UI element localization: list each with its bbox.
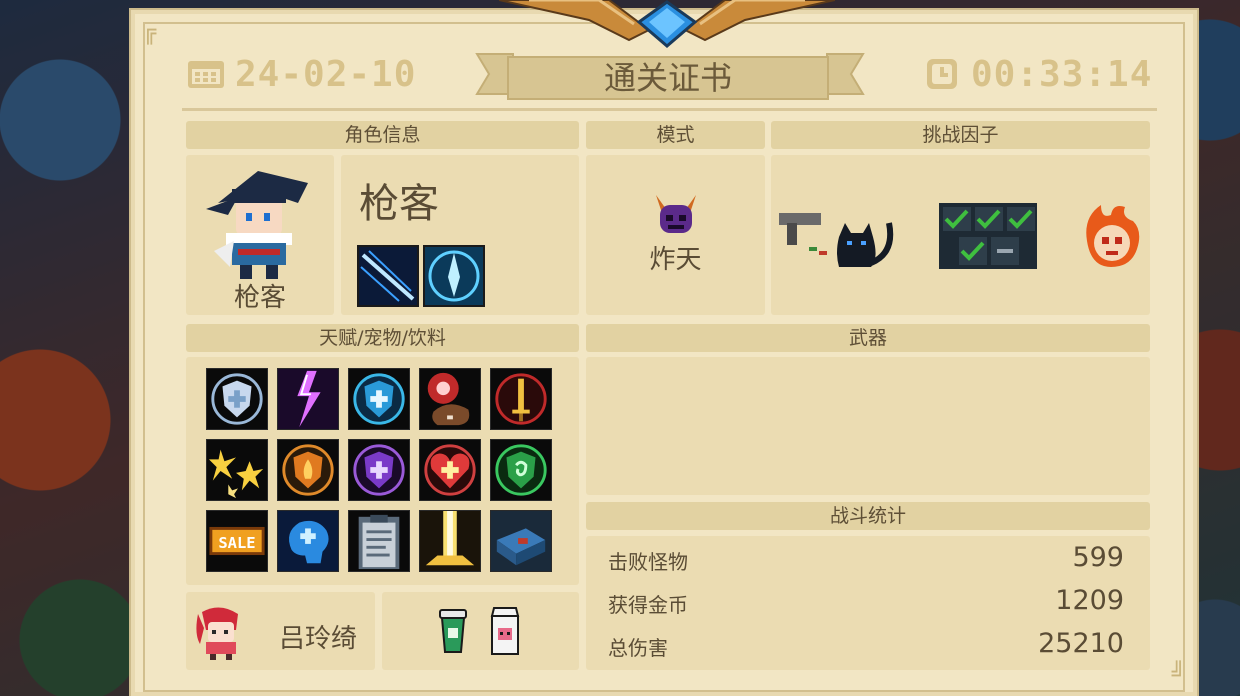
lightning-icon — [277, 368, 339, 430]
light-beam-icon — [419, 510, 481, 572]
gunner-character-portrait — [206, 171, 308, 279]
heart-plus-icon — [419, 439, 481, 501]
certificate-title: 通关证书 — [603, 59, 732, 97]
checklist-icon — [939, 203, 1037, 269]
pet-name: 吕玲绮 — [279, 624, 358, 654]
date-text: 24-02-10 — [235, 53, 417, 95]
stat-value-monsters-defeated: 599 — [1072, 542, 1124, 573]
header-divider — [182, 108, 1157, 111]
banner-right-tail — [826, 53, 865, 95]
section-header-talents: 天赋/宠物/饮料 — [186, 324, 579, 352]
character-detail-panel: 枪客 — [341, 155, 579, 315]
brain-icon — [277, 510, 339, 572]
time-display: 00:33:14 — [925, 53, 1153, 95]
mode-label: 炸天 — [649, 245, 702, 275]
section-header-battle-stats: 战斗统计 — [586, 502, 1150, 530]
gun-and-cat-icon — [779, 213, 894, 267]
sparks-icon — [206, 439, 268, 501]
milk-carton-icon — [490, 607, 520, 655]
slash-skill-icon — [357, 245, 419, 307]
clock-icon — [927, 59, 957, 89]
pet-panel: 吕玲绮 — [186, 592, 375, 670]
section-header-mode: 模式 — [586, 121, 765, 149]
section-header-weapons: 武器 — [586, 324, 1150, 352]
svg-text:SALE: SALE — [218, 534, 255, 552]
toolbox-icon — [490, 510, 552, 572]
section-header-challenge-factors: 挑战因子 — [771, 121, 1150, 149]
demon-horns-icon — [656, 195, 696, 233]
blue-shield-icon — [348, 368, 410, 430]
mode-panel: 炸天 — [586, 155, 765, 315]
elapsed-time-text: 00:33:14 — [971, 53, 1153, 95]
character-portrait-panel: 枪客 — [186, 155, 334, 315]
talent-grid-panel: SALE — [186, 357, 579, 585]
drinks-panel — [382, 592, 579, 670]
portrait-character-name: 枪客 — [233, 283, 286, 313]
challenge-factors-panel — [771, 155, 1150, 315]
section-header-character-info: 角色信息 — [186, 121, 579, 149]
calendar-icon — [188, 61, 224, 88]
stat-label-monsters-defeated: 击败怪物 — [608, 550, 688, 574]
sale-icon: SALE — [206, 510, 268, 572]
flaming-skull-icon — [1086, 205, 1140, 267]
title-banner: 通关证书 — [475, 50, 865, 106]
stat-row-total-damage: 总伤害 25210 — [586, 624, 1146, 664]
stat-row-gold-earned: 获得金币 1209 — [586, 581, 1146, 621]
weapons-panel — [586, 357, 1150, 495]
stat-value-total-damage: 25210 — [1038, 628, 1124, 659]
stat-value-gold-earned: 1209 — [1055, 585, 1124, 616]
spear-burst-skill-icon — [423, 245, 485, 307]
clear-certificate: ╔ ╝ 24-02-10 通关证书 00:33:14 角色信息 模式 挑战因子 … — [131, 0, 1197, 696]
fire-shield-icon — [277, 439, 339, 501]
red-hair-girl-icon — [196, 607, 238, 660]
winged-gem-emblem — [499, 0, 835, 48]
clipboard-icon — [348, 510, 410, 572]
stat-label-total-damage: 总伤害 — [608, 636, 668, 660]
green-cup-icon — [439, 609, 467, 653]
battle-stats-panel: 击败怪物 599 获得金币 1209 总伤害 25210 — [586, 536, 1150, 670]
character-name: 枪客 — [359, 181, 439, 227]
stat-label-gold-earned: 获得金币 — [608, 593, 688, 617]
shield-plus-icon — [206, 368, 268, 430]
purple-shield-icon — [348, 439, 410, 501]
green-shield-icon — [490, 439, 552, 501]
stat-row-monsters-defeated: 击败怪物 599 — [586, 538, 1146, 578]
corner-ornament-bottom-right: ╝ — [1171, 662, 1185, 687]
date-display: 24-02-10 — [187, 53, 417, 95]
sword-ring-icon — [490, 368, 552, 430]
red-orb-icon — [419, 368, 481, 430]
corner-ornament-top-left: ╔ — [143, 20, 157, 45]
